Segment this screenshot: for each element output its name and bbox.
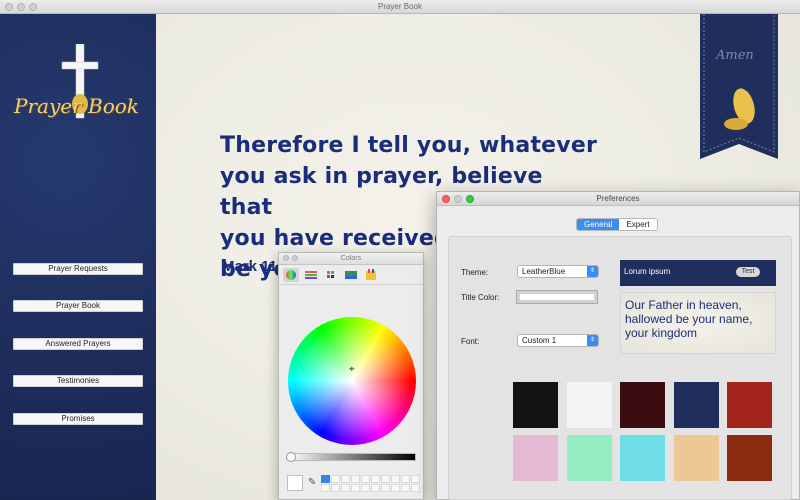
ribbon-bookmark-icon	[700, 14, 778, 159]
font-select[interactable]: Custom 1 ⇕	[517, 334, 599, 347]
colors-titlebar: Colors	[279, 253, 423, 265]
verse-reference: Mark 11:	[222, 258, 283, 275]
brightness-slider[interactable]	[286, 452, 416, 462]
crayons-tab[interactable]	[363, 268, 379, 282]
zoom-button[interactable]	[466, 195, 474, 203]
colors-title: Colors	[340, 255, 362, 262]
title-color-label: Title Color:	[461, 293, 500, 302]
texture-swatch-dark-wood[interactable]	[727, 435, 772, 481]
font-label: Font:	[461, 337, 480, 346]
preview-header: Lorum ipsum Test	[620, 260, 776, 286]
preview-title: Lorum ipsum	[624, 267, 671, 276]
window-titlebar: Prayer Book	[0, 0, 800, 14]
amen-ribbon[interactable]: Amen	[700, 14, 778, 174]
texture-swatch-black[interactable]	[513, 382, 558, 428]
sidebar-item-prayer-book[interactable]: Prayer Book	[13, 300, 143, 312]
texture-swatch-pink[interactable]	[513, 435, 558, 481]
preferences-window: Preferences General Expert Theme: Leathe…	[436, 191, 800, 500]
eyedropper-icon[interactable]: ✎	[308, 477, 316, 488]
sidebar-item-prayer-requests[interactable]: Prayer Requests	[13, 263, 143, 275]
chevron-updown-icon: ⇕	[587, 266, 598, 277]
image-palettes-tab[interactable]	[343, 268, 359, 282]
color-palettes-tab[interactable]	[323, 268, 339, 282]
font-value: Custom 1	[522, 336, 557, 345]
tab-general[interactable]: General	[577, 219, 620, 230]
test-button[interactable]: Test	[736, 267, 760, 277]
color-wheel[interactable]	[288, 317, 416, 445]
texture-swatch-mint[interactable]	[566, 435, 612, 481]
window-title: Prayer Book	[377, 2, 423, 11]
minimize-button[interactable]	[454, 195, 462, 203]
theme-value: LeatherBlue	[522, 267, 566, 276]
current-color-swatch[interactable]	[287, 475, 303, 491]
preview-body: Our Father in heaven, hallowed be your n…	[620, 292, 776, 354]
close-button[interactable]	[442, 195, 450, 203]
texture-swatch-light-wood[interactable]	[673, 435, 719, 481]
preferences-title: Preferences	[596, 194, 640, 203]
minimize-button[interactable]	[292, 255, 298, 261]
preferences-titlebar: Preferences	[437, 192, 799, 206]
texture-swatch-white[interactable]	[566, 382, 612, 428]
close-button[interactable]	[5, 3, 13, 11]
slider-knob[interactable]	[286, 452, 296, 462]
tab-expert[interactable]: Expert	[619, 219, 657, 230]
zoom-button[interactable]	[29, 3, 37, 11]
theme-label: Theme:	[461, 268, 489, 277]
color-sliders-tab[interactable]	[303, 268, 319, 282]
verse-line: Therefore I tell you, whatever	[220, 133, 598, 158]
logo-text: Prayer Book	[14, 94, 139, 118]
texture-swatch-maroon[interactable]	[620, 382, 665, 428]
theme-select[interactable]: LeatherBlue ⇕	[517, 265, 599, 278]
sidebar-item-answered-prayers[interactable]: Answered Prayers	[13, 338, 143, 350]
color-wheel-tab[interactable]	[283, 268, 299, 282]
crosshair-icon: ⌖	[349, 364, 355, 375]
title-color-well[interactable]	[516, 290, 598, 304]
close-button[interactable]	[283, 255, 289, 261]
texture-swatch-navy[interactable]	[673, 382, 719, 428]
chevron-updown-icon: ⇕	[587, 335, 598, 346]
app-logo: Prayer Book	[10, 44, 150, 144]
minimize-button[interactable]	[17, 3, 25, 11]
sidebar-item-promises[interactable]: Promises	[13, 413, 143, 425]
saved-swatches[interactable]	[321, 475, 420, 493]
texture-swatch-cyan[interactable]	[620, 435, 665, 481]
colors-panel: Colors ⌖ ✎	[278, 252, 424, 500]
colors-tab-bar	[279, 265, 423, 285]
sidebar: Prayer Book Prayer Requests Prayer Book …	[0, 14, 156, 500]
sidebar-item-testimonies[interactable]: Testimonies	[13, 375, 143, 387]
texture-swatch-red[interactable]	[727, 382, 772, 428]
preferences-tab-control: General Expert	[576, 218, 658, 231]
ribbon-label: Amen	[716, 48, 754, 63]
